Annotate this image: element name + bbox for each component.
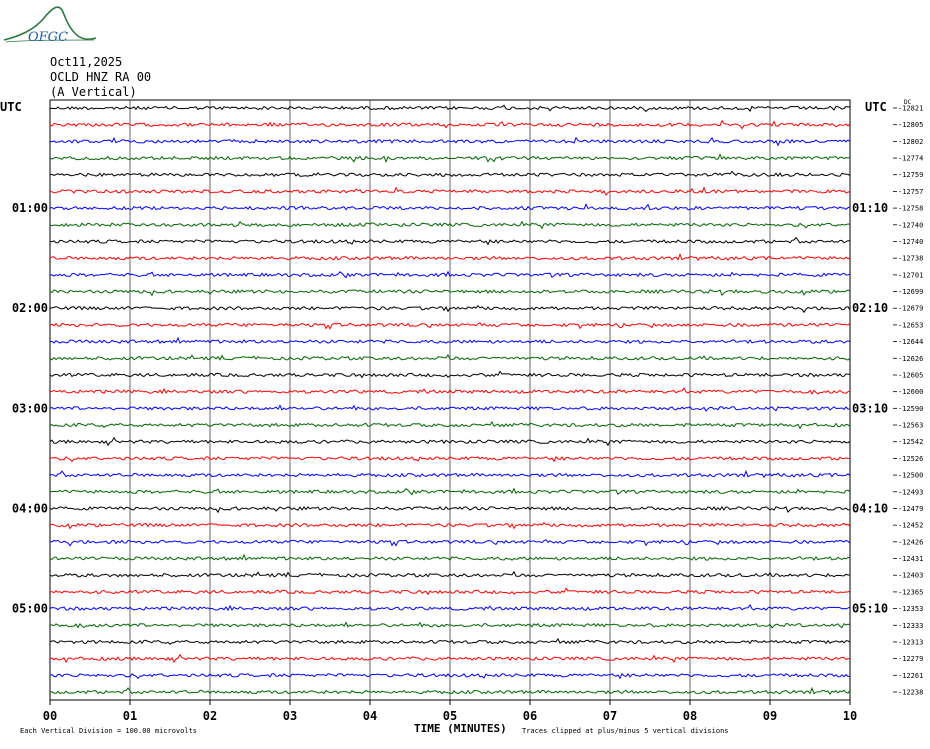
dc-offset-label: -12758 bbox=[898, 205, 923, 213]
dc-offset-label: -12644 bbox=[898, 338, 923, 346]
x-tick-label: 06 bbox=[523, 709, 537, 723]
x-tick-label: 04 bbox=[363, 709, 377, 723]
dc-offset-label: -12333 bbox=[898, 622, 923, 630]
dc-offset-label: -12452 bbox=[898, 522, 923, 530]
x-tick-label: 10 bbox=[843, 709, 857, 723]
dc-offset-label: -12679 bbox=[898, 305, 923, 313]
x-tick-label: 05 bbox=[443, 709, 457, 723]
dc-offset-label: -12479 bbox=[898, 505, 923, 513]
header-date: Oct11,2025 bbox=[50, 55, 122, 69]
x-tick-label: 00 bbox=[43, 709, 57, 723]
dc-offset-label: -12403 bbox=[898, 572, 923, 580]
dc-offset-label: -12805 bbox=[898, 121, 923, 129]
dc-offset-label: -12699 bbox=[898, 288, 923, 296]
dc-offset-label: -12821 bbox=[898, 105, 923, 113]
chart-svg: OFGC Oct11,2025 OCLD HNZ RA 00 (A Vertic… bbox=[0, 6, 923, 735]
x-tick-label: 07 bbox=[603, 709, 617, 723]
dc-offset-label: -12365 bbox=[898, 588, 923, 596]
dc-offset-label: -12757 bbox=[898, 188, 923, 196]
dc-offset-label: -12740 bbox=[898, 238, 923, 246]
right-time-label: 02:10 bbox=[852, 301, 888, 315]
clip-note: Traces clipped at plus/minus 5 vertical … bbox=[522, 727, 729, 735]
right-time-label: 03:10 bbox=[852, 401, 888, 415]
dc-offset-label: -12542 bbox=[898, 438, 923, 446]
dc-offset-label: -12740 bbox=[898, 221, 923, 229]
right-timezone-label: UTC bbox=[865, 100, 887, 114]
dc-offset-label: -12279 bbox=[898, 655, 923, 663]
dc-offset-label: -12802 bbox=[898, 138, 923, 146]
dc-offset-label: -12431 bbox=[898, 555, 923, 563]
x-tick-label: 03 bbox=[283, 709, 297, 723]
dc-offset-label: -12493 bbox=[898, 488, 923, 496]
dc-offset-label: -12605 bbox=[898, 371, 923, 379]
right-time-label: 04:10 bbox=[852, 501, 888, 515]
dc-offset-label: -12426 bbox=[898, 538, 923, 546]
left-time-label: 03:00 bbox=[12, 401, 48, 415]
header-component: (A Vertical) bbox=[50, 85, 137, 99]
dc-offset-label: -12653 bbox=[898, 321, 923, 329]
x-tick-label: 08 bbox=[683, 709, 697, 723]
dc-offset-label: -12563 bbox=[898, 422, 923, 430]
dc-offset-label: -12738 bbox=[898, 255, 923, 263]
dc-offset-label: -12313 bbox=[898, 638, 923, 646]
header-station: OCLD HNZ RA 00 bbox=[50, 70, 151, 84]
dc-offset-label: -12526 bbox=[898, 455, 923, 463]
dc-offset-label: -12261 bbox=[898, 672, 923, 680]
ofgc-logo: OFGC bbox=[3, 6, 97, 45]
logo-text: OFGC bbox=[28, 30, 68, 45]
dc-offset-label: -12759 bbox=[898, 171, 923, 179]
right-time-label: 05:10 bbox=[852, 602, 888, 616]
label-layer: 00 01 02 03 04 05 06 07 08 09 10 -12821 -12805 -12802… bbox=[12, 105, 923, 724]
scale-note: Each Vertical Division = 100.00 microvol… bbox=[20, 727, 197, 735]
left-time-label: 01:00 bbox=[12, 201, 48, 215]
dc-offset-label: -12353 bbox=[898, 605, 923, 613]
dc-offset-label: -12500 bbox=[898, 472, 923, 480]
x-tick-label: 02 bbox=[203, 709, 217, 723]
left-time-label: 04:00 bbox=[12, 501, 48, 515]
dc-offset-label: -12238 bbox=[898, 689, 923, 697]
dc-offset-label: -12626 bbox=[898, 355, 923, 363]
dc-offset-label: -12600 bbox=[898, 388, 923, 396]
dc-offset-label: -12590 bbox=[898, 405, 923, 413]
left-time-label: 05:00 bbox=[12, 602, 48, 616]
left-timezone-label: UTC bbox=[0, 100, 22, 114]
dc-offset-label: -12774 bbox=[898, 155, 923, 163]
x-tick-label: 01 bbox=[123, 709, 137, 723]
left-time-label: 02:00 bbox=[12, 301, 48, 315]
x-axis-label: TIME (MINUTES) bbox=[414, 722, 507, 735]
seismogram-chart: OFGC Oct11,2025 OCLD HNZ RA 00 (A Vertic… bbox=[0, 0, 930, 744]
dc-offset-label: -12701 bbox=[898, 271, 923, 279]
x-tick-label: 09 bbox=[763, 709, 777, 723]
right-time-label: 01:10 bbox=[852, 201, 888, 215]
